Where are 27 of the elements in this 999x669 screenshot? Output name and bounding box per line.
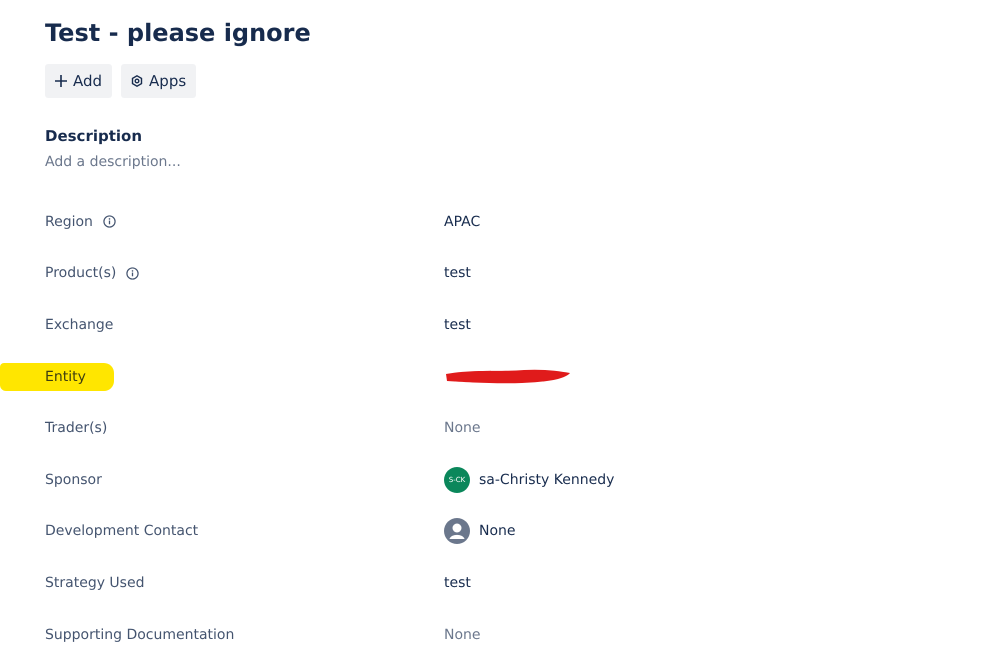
field-value: None [479,523,516,540]
plus-icon [55,75,67,87]
field-label: Sponsor [45,470,102,490]
page-title: Test - please ignore [45,18,312,49]
field-label: Region [45,212,93,232]
field-label: Strategy Used [45,574,144,593]
gear-icon [131,75,144,87]
description-placeholder[interactable]: Add a description... [45,152,999,172]
field-label: Trader(s) [45,419,108,438]
field-value: test [444,574,472,591]
field-label: Development Contact [45,522,198,542]
apps-button[interactable]: Apps [121,64,196,98]
info-icon[interactable] [102,215,116,228]
field-label: Product(s) [45,264,116,284]
field-value: APAC [444,214,482,230]
field-value: test [444,316,472,333]
section-heading: Description [45,126,144,146]
field-label: Supporting Documentation [45,626,234,645]
field-value: None [444,420,482,436]
avatar-icon [444,518,470,544]
field-value: None [444,626,482,643]
field-value: sa-Christy Kennedy [479,472,614,488]
field-value: test [444,265,472,282]
add-button[interactable]: Add [45,64,112,98]
info-icon[interactable] [126,266,140,280]
field-label: Entity [0,362,114,391]
field-label: Exchange [45,316,114,335]
